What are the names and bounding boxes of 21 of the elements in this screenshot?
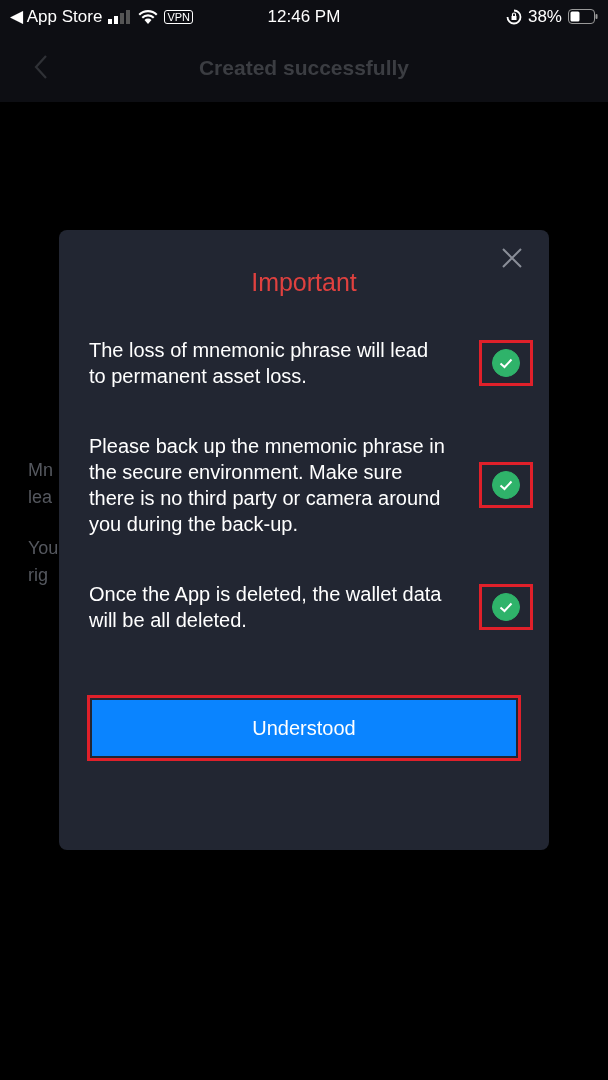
close-icon[interactable] [502, 248, 522, 268]
checkbox-icon[interactable] [492, 593, 520, 621]
battery-percent: 38% [527, 6, 562, 27]
warning-text: Please back up the mnemonic phrase in the secure environment. Make sure there is no third party or camera around you during the back-up. [89, 434, 446, 537]
warning-text: The loss of mnemonic phrase will lead to permanent asset loss. [89, 338, 430, 389]
warning-text: Once the App is deleted, the wallet data will be all deleted. [89, 582, 443, 633]
checkbox-icon[interactable] [492, 471, 520, 499]
background-text: Mn [28, 459, 53, 482]
checkbox-icon[interactable] [492, 349, 520, 377]
background-text: rig [28, 564, 48, 587]
clock-time: 12:46 PM [267, 6, 341, 27]
background-text: lea [28, 486, 53, 509]
understood-button[interactable]: Understood [92, 700, 516, 756]
battery-icon [568, 9, 598, 24]
background-text: You [28, 537, 59, 560]
rotation-lock-icon [505, 8, 522, 25]
signal-icon [108, 9, 133, 24]
wifi-icon [138, 9, 159, 24]
back-to-app-label[interactable]: ◀ App Store [10, 6, 103, 27]
dialog-title: Important [251, 268, 357, 297]
vpn-badge: VPN [164, 9, 193, 24]
